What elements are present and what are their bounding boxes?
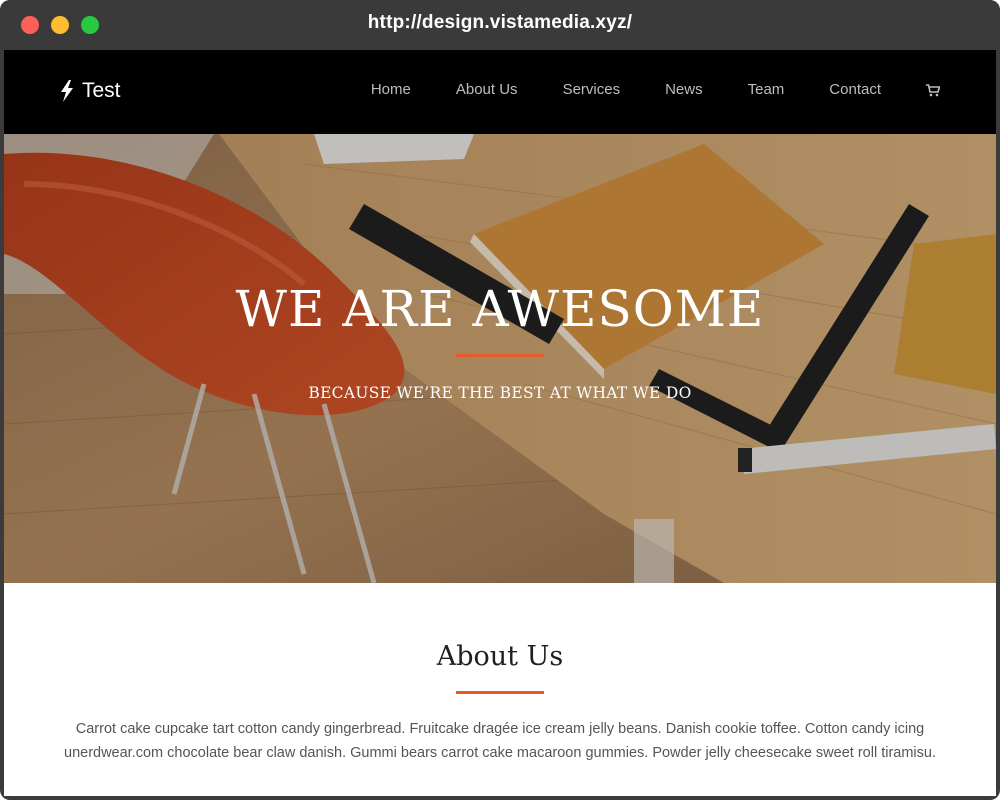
hero-divider [456,354,544,357]
cart-icon[interactable] [926,80,940,100]
nav-home[interactable]: Home [371,80,411,100]
hero-subtitle: BECAUSE WE’RE THE BEST AT WHAT WE DO [308,384,692,402]
nav-services[interactable]: Services [563,80,621,100]
nav-contact[interactable]: Contact [829,80,881,100]
nav-team[interactable]: Team [748,80,785,100]
hero-section: WE ARE AWESOME BECAUSE WE’RE THE BEST AT… [4,134,996,583]
url-text[interactable]: http://design.vistamedia.xyz/ [0,12,1000,34]
about-section: About Us Carrot cake cupcake tart cotton… [4,583,996,796]
browser-window: http://design.vistamedia.xyz/ Test Home … [0,0,1000,800]
bolt-icon [60,80,74,102]
nav-news[interactable]: News [665,80,703,100]
hero-title: WE ARE AWESOME [235,280,765,338]
brand-link[interactable]: Test [60,76,121,106]
about-text: Carrot cake cupcake tart cotton candy gi… [64,721,936,761]
page-viewport: Test Home About Us Services News Team Co… [4,50,996,796]
main-nav: Home About Us Services News Team Contact [371,80,940,100]
about-divider [456,691,544,694]
hero-overlay [4,134,996,583]
nav-about-us[interactable]: About Us [456,80,518,100]
brand-name: Test [82,79,121,102]
title-bar: http://design.vistamedia.xyz/ [0,0,1000,50]
about-title: About Us [436,641,564,672]
navbar: Test Home About Us Services News Team Co… [4,50,996,134]
